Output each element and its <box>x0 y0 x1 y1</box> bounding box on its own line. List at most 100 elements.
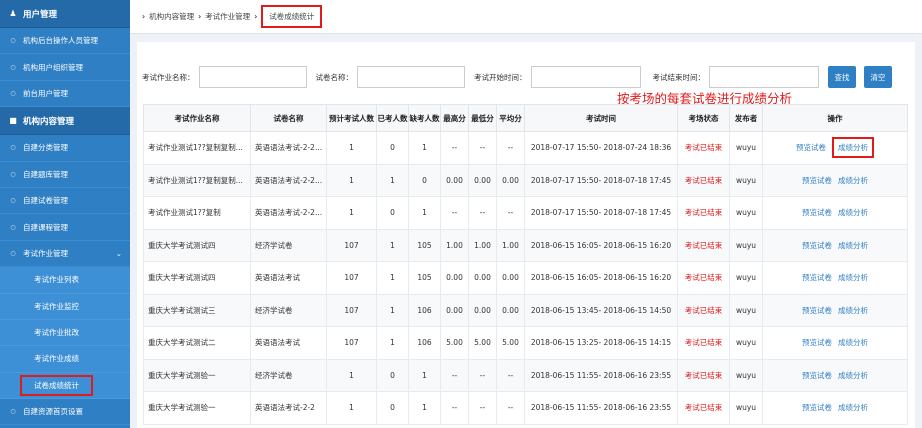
score-analysis-link[interactable]: 成绩分析 <box>838 306 868 315</box>
table-cell: 1 <box>408 196 441 230</box>
sidebar-subitem-paper-stats[interactable]: 试卷成绩统计 <box>0 372 130 400</box>
column-header: 最低分 <box>468 104 497 132</box>
actions-cell: 预览试卷 成绩分析 <box>762 196 908 230</box>
score-analysis-link[interactable]: 成绩分析 <box>838 403 868 412</box>
preview-paper-link[interactable]: 预览试卷 <box>802 338 832 347</box>
actions-cell: 预览试卷 成绩分析 <box>762 293 908 327</box>
column-header: 平均分 <box>496 104 525 132</box>
preview-paper-link[interactable]: 预览试卷 <box>802 273 832 282</box>
table-cell: 1 <box>326 131 377 165</box>
score-analysis-link[interactable]: 成绩分析 <box>838 371 868 380</box>
table-cell: 英语语法考试-2-2... <box>250 196 327 230</box>
score-analysis-link[interactable]: 成绩分析 <box>832 137 874 159</box>
preview-paper-link[interactable]: 预览试卷 <box>802 176 832 185</box>
main-content: 考试作业名称： 试卷名称： 考试开始时间： 考试结束时间： 查找 清空 按考场的… <box>137 42 915 428</box>
table-cell: 107 <box>326 293 377 327</box>
table-cell: 经济学试卷 <box>250 228 327 262</box>
sidebar-subitem-exam-grading[interactable]: 考试作业批改 <box>0 319 130 347</box>
sidebar-subitem-exam-list[interactable]: 考试作业列表 <box>0 267 130 294</box>
sidebar-item-resource-home[interactable]: ○ 自建资源首页设置 <box>0 399 130 426</box>
clear-button[interactable]: 清空 <box>864 66 892 88</box>
table-cell: 2018-07-17 15:50- 2018-07-24 18:36 <box>524 131 678 165</box>
table-cell: 0.00 <box>496 261 525 295</box>
actions-cell: 预览试卷 成绩分析 <box>762 228 908 262</box>
table-cell: 5.00 <box>468 326 497 360</box>
table-row: 重庆大学考试测验一 经济学试卷 1 0 1 -- -- -- 2018-06-15 11:55-… <box>143 358 908 392</box>
actions-cell: 预览试卷 成绩分析 <box>762 358 908 392</box>
sidebar-group-user-mgmt[interactable]: ♟ 用户管理 <box>0 0 130 28</box>
sidebar-group-content-mgmt[interactable]: ■ 机构内容管理 <box>0 107 130 136</box>
table-cell: 107 <box>326 326 377 360</box>
sidebar-item-label: 自建试卷管理 <box>23 196 68 206</box>
score-analysis-link[interactable]: 成绩分析 <box>838 241 868 250</box>
sidebar-item-frontend-users[interactable]: ○ 前台用户管理 <box>0 81 130 108</box>
start-time-input[interactable] <box>530 66 641 88</box>
score-analysis-link[interactable]: 成绩分析 <box>838 273 868 282</box>
breadcrumb: › 机构内容管理 › 考试作业管理 › 试卷成绩统计 <box>130 0 922 34</box>
start-time-label: 考试开始时间： <box>474 72 527 82</box>
chevron-right-icon: › <box>198 12 202 21</box>
sidebar-item-user-org[interactable]: ○ 机构用户组织管理 <box>0 54 130 81</box>
end-time-label: 考试结束时间： <box>652 72 706 82</box>
table-cell: 英语语法考试 <box>250 326 327 360</box>
table-cell: 106 <box>408 326 441 360</box>
breadcrumb-item[interactable]: 机构内容管理 <box>149 11 194 22</box>
table-cell: wuyu <box>729 358 763 392</box>
table-cell: 英语语法考试-2-2 <box>250 391 327 425</box>
end-time-input[interactable] <box>709 66 819 88</box>
table-cell: 1 <box>408 131 441 165</box>
table-cell: 2018-06-15 13:45- 2018-06-15 14:50 <box>524 293 678 327</box>
table-cell: 106 <box>408 293 441 327</box>
actions-cell: 预览试卷 成绩分析 <box>762 131 908 165</box>
preview-paper-link[interactable]: 预览试卷 <box>796 143 826 152</box>
table-cell: 0 <box>376 196 409 230</box>
preview-paper-link[interactable]: 预览试卷 <box>802 241 832 250</box>
table-cell: wuyu <box>729 196 763 230</box>
paper-name-input[interactable] <box>357 66 465 88</box>
column-header: 发布者 <box>729 104 763 132</box>
filter-bar: 考试作业名称： 试卷名称： 考试开始时间： 考试结束时间： 查找 清空 <box>137 64 915 90</box>
circle-icon: ○ <box>10 37 16 45</box>
user-icon: ♟ <box>9 9 17 18</box>
score-analysis-link[interactable]: 成绩分析 <box>838 176 868 185</box>
sidebar-item-exam-mgmt[interactable]: ○ 考试作业管理 ⌄ <box>0 241 130 268</box>
table-cell: 1 <box>326 358 377 392</box>
table-cell: 英语语法考试-2-2... <box>250 163 327 197</box>
breadcrumb-current: 试卷成绩统计 <box>261 5 323 28</box>
table-row: 重庆大学考试测试四 经济学试卷 107 1 105 1.00 1.00 1.00 2018-06… <box>143 228 908 262</box>
search-button[interactable]: 查找 <box>828 66 856 88</box>
table-cell: 2018-06-15 13:25- 2018-06-15 14:15 <box>524 326 678 360</box>
table-cell: 105 <box>408 261 441 295</box>
preview-paper-link[interactable]: 预览试卷 <box>802 371 832 380</box>
folder-icon: ■ <box>9 116 17 126</box>
table-cell: -- <box>468 391 497 425</box>
sidebar-item-courses[interactable]: ○ 自建课程管理 <box>0 214 130 241</box>
table-cell: 1.00 <box>496 228 525 262</box>
sidebar-item-papers[interactable]: ○ 自建试卷管理 <box>0 188 130 215</box>
table-cell: wuyu <box>729 131 763 165</box>
column-header: 考场状态 <box>677 104 730 132</box>
preview-paper-link[interactable]: 预览试卷 <box>802 403 832 412</box>
table-cell: 1 <box>376 326 409 360</box>
sidebar-item-question-bank[interactable]: ○ 自建题库管理 <box>0 162 130 188</box>
sidebar-subitem-exam-monitor[interactable]: 考试作业监控 <box>0 293 130 320</box>
preview-paper-link[interactable]: 预览试卷 <box>802 208 832 217</box>
sidebar-item-label: 前台用户管理 <box>23 88 68 98</box>
sidebar-subitem-label: 试卷成绩统计 <box>20 374 93 396</box>
table-cell: 0 <box>408 163 441 197</box>
exam-name-input[interactable] <box>198 66 307 88</box>
preview-paper-link[interactable]: 预览试卷 <box>802 306 832 315</box>
actions-cell: 预览试卷 成绩分析 <box>762 326 908 360</box>
sidebar-item-backend-operators[interactable]: ○ 机构后台操作人员管理 <box>0 28 130 55</box>
sidebar-item-categories[interactable]: ○ 自建分类管理 <box>0 135 130 162</box>
score-analysis-link[interactable]: 成绩分析 <box>838 208 868 217</box>
score-analysis-link[interactable]: 成绩分析 <box>838 338 868 347</box>
sidebar-subitem-exam-scores[interactable]: 考试作业成绩 <box>0 346 130 373</box>
paper-name-label: 试卷名称： <box>315 72 354 82</box>
table-cell: 考试已结束 <box>677 326 730 360</box>
table-cell: 考试已结束 <box>677 196 730 230</box>
breadcrumb-item[interactable]: 考试作业管理 <box>205 11 250 22</box>
table-cell: 0.00 <box>440 163 469 197</box>
table-cell: 考试作业测试1??复制复制... <box>143 131 251 165</box>
table-cell: 2018-06-15 16:05- 2018-06-15 16:20 <box>524 228 678 262</box>
